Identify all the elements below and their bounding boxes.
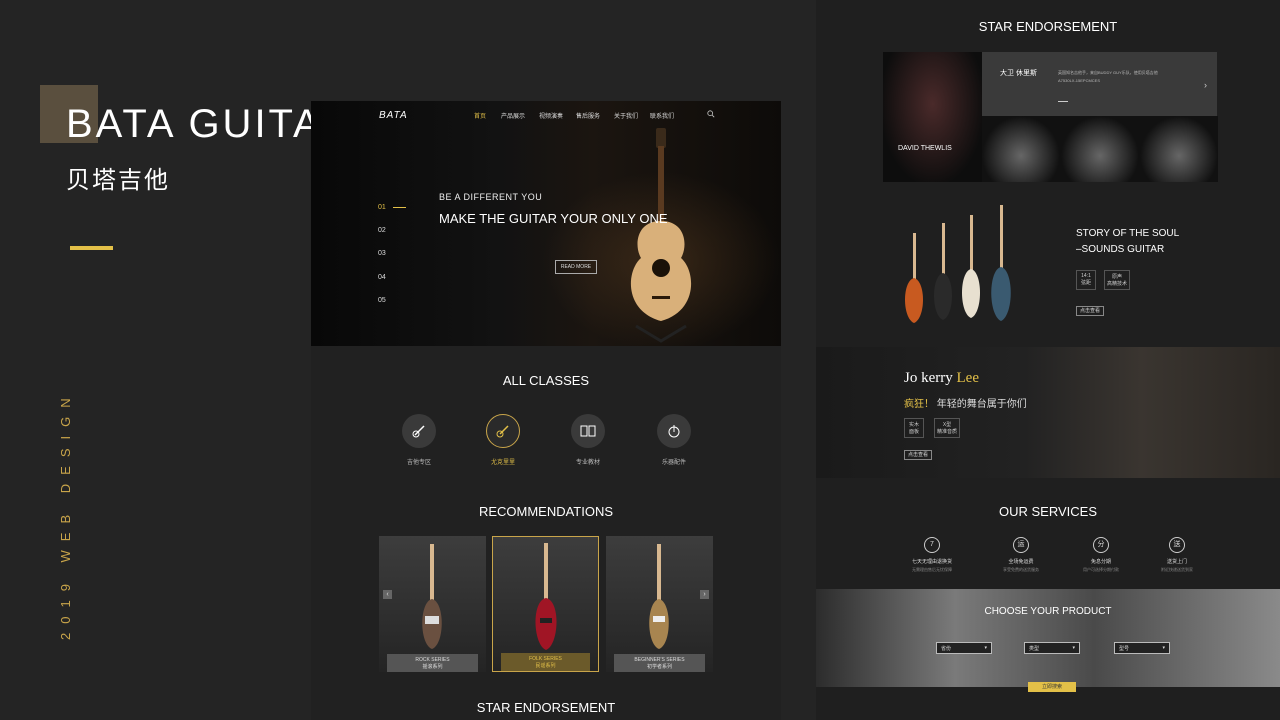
chevron-down-icon: ▾ — [984, 645, 987, 651]
shipping-icon: 运 — [1013, 537, 1029, 553]
delivery-icon: 送 — [1169, 537, 1185, 553]
star-portrait — [883, 52, 982, 182]
vertical-caption: 2019 WEB DESIGN — [58, 389, 73, 640]
class-label: 专业教材 — [575, 460, 600, 466]
star-name-en: DAVID THEWLIS — [898, 145, 952, 152]
rec-label: FOLK SERIES 民谣系列 — [501, 653, 590, 671]
gold-divider — [70, 246, 113, 250]
spec-badge: 实木 面板 — [904, 418, 924, 438]
chevron-right-icon[interactable]: › — [1204, 80, 1207, 90]
rec-label: BEGINNER'S SERIES 初学者系列 — [614, 654, 705, 672]
read-more-button[interactable]: READ MORE — [555, 260, 597, 274]
star-panel: DAVID THEWLIS 大卫 休里斯 英国知名吉他手，来自BUDDY GUY… — [883, 52, 1218, 182]
service-item: 运全场免运费 享受免费的送货服务 — [991, 537, 1051, 573]
choose-product-section — [816, 589, 1280, 687]
ukulele-icon — [486, 414, 520, 448]
electric-guitar-image — [649, 544, 669, 649]
rec-card-folk[interactable]: FOLK SERIES 民谣系列 — [492, 536, 599, 672]
artist-view-button[interactable]: 点击查看 — [904, 450, 932, 460]
star-title: STAR ENDORSEMENT — [978, 19, 1118, 34]
rec-label: ROCK SERIES 摇滚系列 — [387, 654, 478, 672]
hero-title: MAKE THE GUITAR YOUR ONLY ONE — [439, 211, 668, 226]
spec-badge: 14:1 弦距 — [1076, 270, 1096, 290]
star-name-cn: 大卫 休里斯 — [1000, 70, 1037, 77]
spec-badge: X型 精准音质 — [934, 418, 960, 438]
detail-mockup: STAR ENDORSEMENT DAVID THEWLIS 大卫 休里斯 英国… — [816, 0, 1280, 720]
class-item-accessories[interactable]: 乐器配件 — [649, 414, 699, 466]
star-endorsement-title: STAR ENDORSEMENT — [476, 700, 616, 715]
homepage-mockup: BATA 首页 产品展示 视频演奏 售后服务 关于我们 联系我们 BE A DI… — [311, 101, 781, 720]
artist-tagline: 疯狂！ 年轻的舞台属于你们 — [904, 399, 1027, 410]
services-title: OUR SERVICES — [998, 504, 1097, 519]
star-info-card: 大卫 休里斯 英国知名吉他手，来自BUDDY GUY乐队，使用贝塔吉他 A753… — [982, 52, 1217, 116]
acoustic-guitar-image — [630, 128, 692, 343]
service-item: 7 七天无理由退换货 无需理由售后无忧保障 — [902, 537, 962, 573]
rec-card-rock[interactable]: ROCK SERIES 摇滚系列 — [379, 536, 486, 672]
guitar-lineup-image — [905, 205, 1011, 323]
return-icon: 7 — [924, 537, 940, 553]
nav-item-about[interactable]: 关于我们 — [614, 111, 638, 120]
slide-indicator-5[interactable]: 05 — [378, 297, 386, 304]
carousel-prev-button[interactable]: ‹ — [383, 590, 392, 599]
installment-icon: 分 — [1093, 537, 1109, 553]
hero-subtitle: BE A DIFFERENT YOU — [439, 192, 543, 202]
spec-badge: 原声 高精技术 — [1104, 270, 1130, 290]
artist-banner — [816, 347, 1280, 478]
electric-guitar-image — [422, 544, 442, 649]
star-model: A7530LX-15EPCMCES — [1058, 78, 1101, 83]
slide-indicator-2[interactable]: 02 — [378, 227, 386, 234]
nav-item-products[interactable]: 产品展示 — [501, 111, 525, 120]
accessory-icon — [657, 414, 691, 448]
star-photo-3[interactable] — [1140, 116, 1218, 182]
star-photo-1[interactable] — [982, 116, 1060, 182]
slide-indicator-3[interactable]: 03 — [378, 250, 386, 257]
choose-title: CHOOSE YOUR PRODUCT — [984, 606, 1112, 617]
star-photo-2[interactable] — [1061, 116, 1139, 182]
slide-indicator-4[interactable]: 04 — [378, 274, 386, 281]
nav-item-home[interactable]: 首页 — [474, 111, 486, 120]
divider — [1058, 101, 1068, 102]
search-button[interactable]: 立即搜索 — [1028, 682, 1076, 692]
electric-guitar-image — [535, 543, 557, 650]
class-label: 乐器配件 — [661, 460, 686, 466]
slide-indicator-1[interactable]: 01 — [378, 204, 386, 211]
recommendations-title: RECOMMENDATIONS — [478, 504, 614, 519]
guitar-icon — [402, 414, 436, 448]
nav-item-service[interactable]: 售后服务 — [576, 111, 600, 120]
service-item: 分免息分期 用户可选择分期付款 — [1071, 537, 1131, 573]
class-label: 吉他专区 — [406, 460, 431, 466]
province-select[interactable]: 省份 ▾ — [936, 642, 992, 654]
class-item-books[interactable]: 专业教材 — [563, 414, 613, 466]
chevron-down-icon: ▾ — [1162, 645, 1165, 651]
nav-item-contact[interactable]: 联系我们 — [650, 111, 674, 120]
service-item: 送送货上门 附近快递送货到家 — [1147, 537, 1207, 573]
class-item-ukulele[interactable]: 尤克里里 — [478, 414, 528, 466]
search-icon[interactable] — [707, 110, 715, 118]
carousel-next-button[interactable]: › — [700, 590, 709, 599]
star-desc: 英国知名吉他手，来自BUDDY GUY乐队，使用贝塔吉他 — [1058, 70, 1158, 75]
nav-item-videos[interactable]: 视频演奏 — [539, 111, 563, 120]
book-icon — [571, 414, 605, 448]
hero-banner: BATA 首页 产品展示 视频演奏 售后服务 关于我们 联系我们 BE A DI… — [311, 101, 781, 346]
chevron-down-icon: ▾ — [1072, 645, 1075, 651]
all-classes-title: ALL CLASSES — [502, 373, 590, 388]
class-item-guitar[interactable]: 吉他专区 — [394, 414, 444, 466]
type-select[interactable]: 类型 ▾ — [1024, 642, 1080, 654]
story-view-button[interactable]: 点击查看 — [1076, 306, 1104, 316]
story-title: STORY OF THE SOUL –SOUNDS GUITAR — [1076, 228, 1180, 255]
rec-card-beginner[interactable]: BEGINNER'S SERIES 初学者系列 — [606, 536, 713, 672]
class-label: 尤克里里 — [490, 460, 515, 466]
nav-logo[interactable]: BATA — [379, 110, 408, 121]
model-select[interactable]: 型号 ▾ — [1114, 642, 1170, 654]
slide-active-line — [393, 207, 406, 208]
brand-subtitle-cn: 贝塔吉他 — [66, 167, 170, 194]
artist-name: Jo kerry Lee — [904, 370, 979, 386]
